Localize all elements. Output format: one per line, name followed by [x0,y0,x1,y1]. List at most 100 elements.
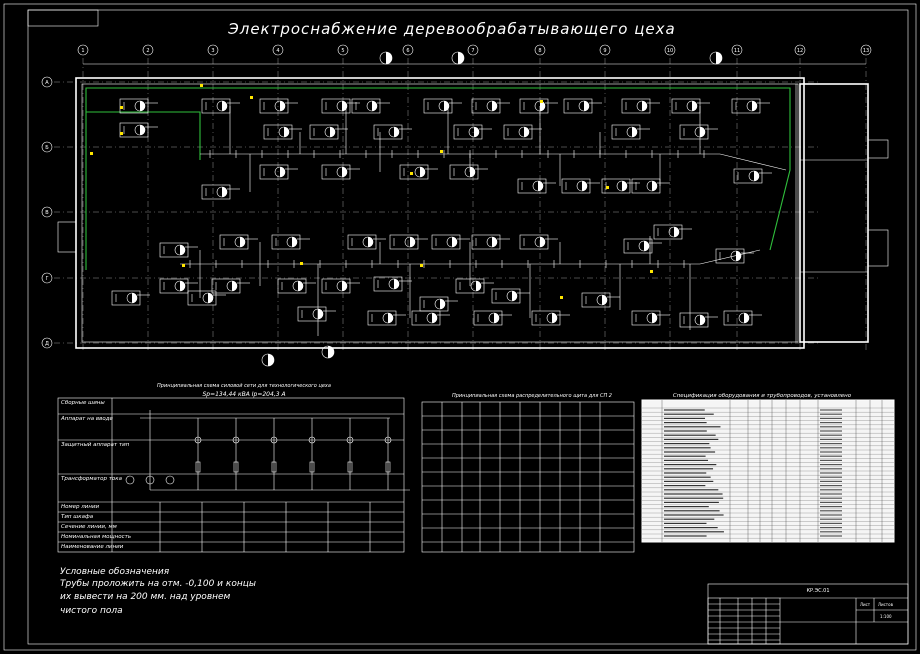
grid-label-col: 1 [81,48,84,54]
machine-symbol [432,235,470,249]
marker [410,172,413,175]
machine-symbols [90,52,772,366]
machine-symbol [310,125,348,139]
spec-text [820,514,842,515]
distribution-panel-table: Принципиальная схема распределительного … [422,393,634,552]
external-symbol [710,52,722,64]
marker [606,186,609,189]
machine-symbol [260,165,298,179]
machine-symbol [504,125,542,139]
machine-symbol [420,297,458,311]
spec-text [820,460,842,461]
gate-right-bottom [868,230,888,266]
tb-sheet: Лист [860,602,871,607]
machine-symbol [472,235,510,249]
earthing-branch [86,112,200,160]
machine-symbol [272,235,310,249]
title-block-lines [708,598,780,644]
legend: Условные обозначения Трубы проложить на … [60,567,256,616]
grid-label-col: 12 [797,48,803,54]
marker [250,96,253,99]
table-row-label: Трансформатор тока [61,476,123,482]
machine-symbol [202,185,240,199]
spec-text [664,523,706,524]
transformer-ct [126,476,134,484]
table-row-label: Номинальная мощность [61,534,131,540]
machine-symbol [734,169,772,183]
machine-symbol [212,279,250,293]
spec-text [664,506,709,507]
machine-symbol [456,279,494,293]
drawing-title: Электроснабжение деревообрабатывающего ц… [227,20,675,38]
machine-symbol [622,99,660,113]
marker [182,264,185,267]
machine-symbol [472,99,510,113]
machine-symbol [120,99,158,113]
spec-text [820,510,842,511]
spec-text [664,460,708,461]
spec-text [664,418,705,419]
machine-symbol [732,99,770,113]
spec-text [664,485,705,486]
spec-text [664,430,707,431]
grid-label-col: 3 [211,48,214,54]
spec-text [664,527,718,528]
tb-doc: КР.ЭС.01 [806,588,829,594]
machine-symbol [298,307,336,321]
spec-text [664,477,711,478]
side-room [800,84,868,342]
grid-label-col: 11 [734,48,740,54]
machine-symbol [564,99,602,113]
machine-symbol [374,277,412,291]
marker [440,150,443,153]
machine-symbol [202,99,240,113]
spec-text [820,531,842,532]
marker [200,84,203,87]
machine-symbol [322,99,360,113]
machine-symbol [278,279,316,293]
grid-label-row: В [45,210,49,216]
marker [120,106,123,109]
spec-text [820,439,842,440]
machine-symbol [680,313,718,327]
spec-text [664,435,716,436]
spec-text [664,409,705,410]
grid-label-row: А [45,80,49,86]
grid-label-col: 2 [146,48,149,54]
machine-symbol [624,239,662,253]
machine-symbol [424,99,462,113]
spec-text [820,435,842,436]
grid-label-col: 10 [667,48,673,54]
machine-symbol [654,225,692,239]
spec-text [820,489,842,490]
machine-symbol [390,235,428,249]
machine-symbol [632,179,670,193]
scheme2-grid [422,402,634,552]
spec-text [820,409,842,410]
spec-text [664,422,707,423]
scheme1-sub: Sр=134,44 кВА Iр=204,3 А [202,391,285,398]
marker [540,100,543,103]
spec-text [820,535,842,536]
machine-symbol [582,293,620,307]
spec-text [664,502,719,503]
spec-text [820,477,842,478]
feeder-right2 [700,250,760,264]
corner-stamp [28,10,98,26]
spec-text [664,531,724,532]
grid-label-col: 7 [471,48,474,54]
scheme1-branches [126,410,391,490]
machine-symbol [520,99,558,113]
legend-line-1: Трубы проложить на отм. -0,100 и концы [60,579,256,589]
spec-text [820,426,842,427]
grid-label-row: Д [45,341,49,347]
spec-text [664,489,718,490]
spec-text [820,527,842,528]
spec-text [820,456,842,457]
spec-text [820,464,842,465]
spec-text [820,493,842,494]
machine-symbol [450,165,488,179]
gate-left [58,222,76,252]
machine-symbol [120,123,158,137]
machine-symbol [532,311,570,325]
